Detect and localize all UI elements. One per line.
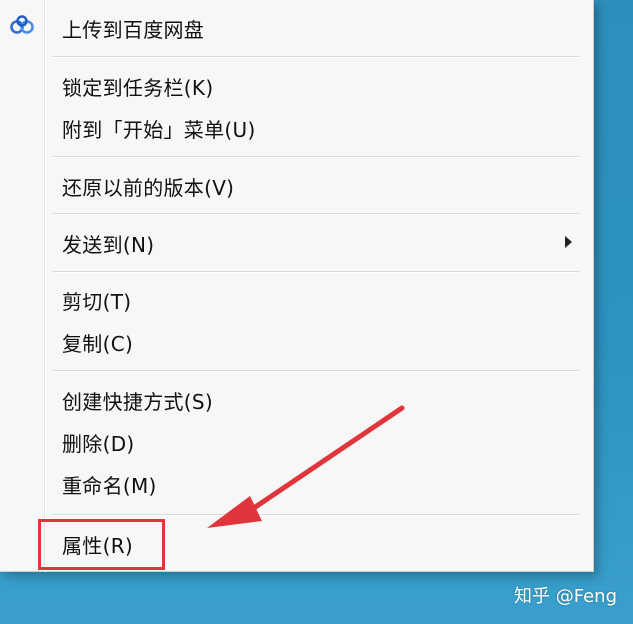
- watermark-text: 知乎 @Feng: [514, 586, 617, 607]
- menu-separator: [52, 370, 580, 371]
- menu-separator: [52, 56, 580, 57]
- menu-item-restore-versions[interactable]: 还原以前的版本(V): [48, 166, 584, 206]
- menu-item-label: 删除(D): [62, 431, 135, 456]
- menu-item-label: 发送到(N): [62, 232, 155, 257]
- menu-item-create-shortcut[interactable]: 创建快捷方式(S): [48, 380, 584, 420]
- menu-item-label: 锁定到任务栏(K): [62, 75, 214, 100]
- menu-separator: [52, 271, 580, 272]
- baidu-netdisk-icon: [8, 14, 36, 38]
- menu-separator: [52, 514, 580, 515]
- menu-item-pin-start[interactable]: 附到「开始」菜单(U): [48, 108, 584, 148]
- chevron-right-icon: [565, 236, 572, 248]
- menu-item-label: 创建快捷方式(S): [62, 389, 214, 414]
- menu-separator: [52, 213, 580, 214]
- menu-item-upload-baidu[interactable]: 上传到百度网盘: [48, 8, 584, 48]
- menu-gutter-divider: [44, 0, 45, 572]
- menu-item-pin-taskbar[interactable]: 锁定到任务栏(K): [48, 66, 584, 106]
- menu-item-label: 附到「开始」菜单(U): [62, 117, 256, 142]
- menu-item-copy[interactable]: 复制(C): [48, 322, 584, 362]
- annotation-highlight-box: [38, 519, 165, 570]
- menu-item-delete[interactable]: 删除(D): [48, 422, 584, 462]
- menu-item-cut[interactable]: 剪切(T): [48, 280, 584, 320]
- menu-item-label: 复制(C): [62, 331, 134, 356]
- context-menu: 上传到百度网盘 锁定到任务栏(K) 附到「开始」菜单(U) 还原以前的版本(V)…: [0, 0, 594, 572]
- menu-item-label: 剪切(T): [62, 289, 132, 314]
- menu-item-rename[interactable]: 重命名(M): [48, 464, 584, 504]
- menu-separator: [52, 156, 580, 157]
- menu-item-label: 重命名(M): [62, 473, 157, 498]
- menu-item-send-to[interactable]: 发送到(N): [48, 223, 584, 263]
- menu-item-label: 上传到百度网盘: [62, 17, 205, 42]
- menu-item-label: 还原以前的版本(V): [62, 175, 235, 200]
